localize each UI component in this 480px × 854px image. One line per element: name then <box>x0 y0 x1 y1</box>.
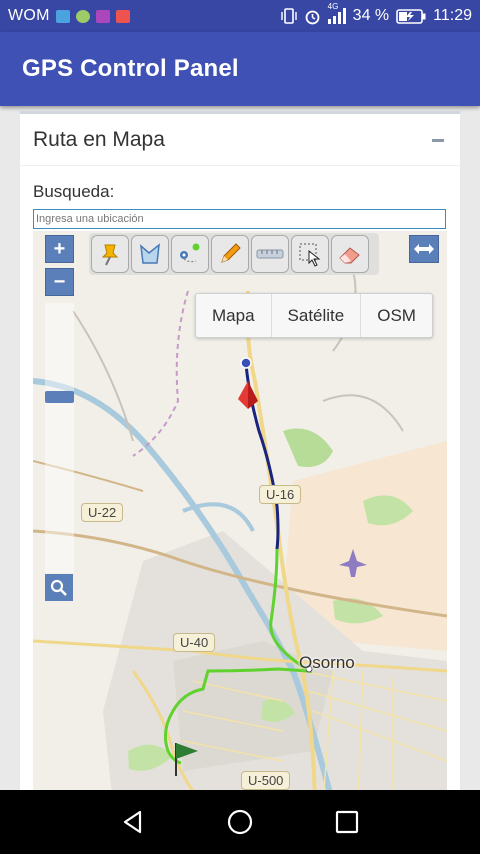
layer-mapa-button[interactable]: Mapa <box>196 294 272 337</box>
map-view[interactable]: U-16 U-22 U-40 U-500 Osorno + − Mapa Sat… <box>33 231 447 804</box>
alarm-icon <box>305 10 320 24</box>
layer-osm-button[interactable]: OSM <box>361 294 432 337</box>
card-header: Ruta en Mapa <box>20 114 460 166</box>
message-icon <box>55 9 70 23</box>
recents-icon[interactable] <box>334 809 360 835</box>
zoom-slider-handle[interactable] <box>45 391 74 403</box>
marker-tool-button[interactable] <box>91 235 129 273</box>
pencil-icon <box>221 243 241 263</box>
battery-percent: 34 % <box>352 7 390 24</box>
ruler-icon <box>256 249 284 259</box>
navigation-bar <box>0 790 480 854</box>
home-icon[interactable] <box>226 808 254 836</box>
city-label: Osorno <box>299 653 355 672</box>
base-layer-switcher: Mapa Satélite OSM <box>195 293 433 338</box>
road-label-u22: U-22 <box>81 503 124 522</box>
app-bar: GPS Control Panel <box>0 32 480 106</box>
layer-satelite-button[interactable]: Satélite <box>272 294 362 337</box>
signal-icon: 4G <box>327 2 346 24</box>
location-search-input[interactable] <box>33 209 446 229</box>
carrier-name: WOM <box>8 7 50 24</box>
zoom-search-button[interactable] <box>45 574 73 601</box>
horizontal-arrows-icon <box>414 244 434 254</box>
pencil-tool-button[interactable] <box>211 235 249 273</box>
measure-tool-button[interactable] <box>251 235 289 273</box>
status-left: WOM <box>8 7 130 25</box>
pushpin-icon <box>101 244 119 266</box>
zoom-in-button[interactable]: + <box>45 235 74 263</box>
network-type: 4G <box>327 2 339 11</box>
zoom-out-button[interactable]: − <box>45 268 74 296</box>
clock: 11:29 <box>433 7 472 24</box>
eraser-tool-button[interactable] <box>331 235 369 273</box>
road-label-u40: U-40 <box>173 633 216 652</box>
mail-icon <box>115 9 130 23</box>
back-icon[interactable] <box>120 809 146 835</box>
gallery-icon <box>95 9 110 23</box>
card-title: Ruta en Mapa <box>33 127 165 151</box>
collapse-button[interactable] <box>429 131 447 149</box>
polygon-icon <box>140 243 160 264</box>
route-map-card: Ruta en Mapa Busqueda: Ingresa una ubica… <box>20 111 460 804</box>
search-label: Busqueda: <box>33 182 115 201</box>
select-tool-button[interactable] <box>291 235 329 273</box>
route-pins-icon <box>180 243 200 263</box>
eraser-icon <box>339 247 360 264</box>
polygon-tool-button[interactable] <box>131 235 169 273</box>
road-label-u500: U-500 <box>241 771 291 790</box>
route-tool-button[interactable] <box>171 235 209 273</box>
status-bar: WOM 4G 34 % 11:29 <box>0 0 480 32</box>
road-label-u16: U-16 <box>259 485 302 504</box>
app-notification-icon <box>75 9 90 23</box>
status-right: 4G 34 % 11:29 <box>280 2 472 25</box>
battery-charging-icon <box>396 8 426 24</box>
select-cursor-icon <box>299 243 321 267</box>
magnifier-icon <box>50 579 67 596</box>
expand-map-button[interactable] <box>409 235 439 263</box>
zoom-slider-track[interactable] <box>45 303 74 573</box>
vibrate-icon <box>280 8 297 24</box>
app-title: GPS Control Panel <box>22 55 239 82</box>
draw-toolbar <box>89 233 379 275</box>
